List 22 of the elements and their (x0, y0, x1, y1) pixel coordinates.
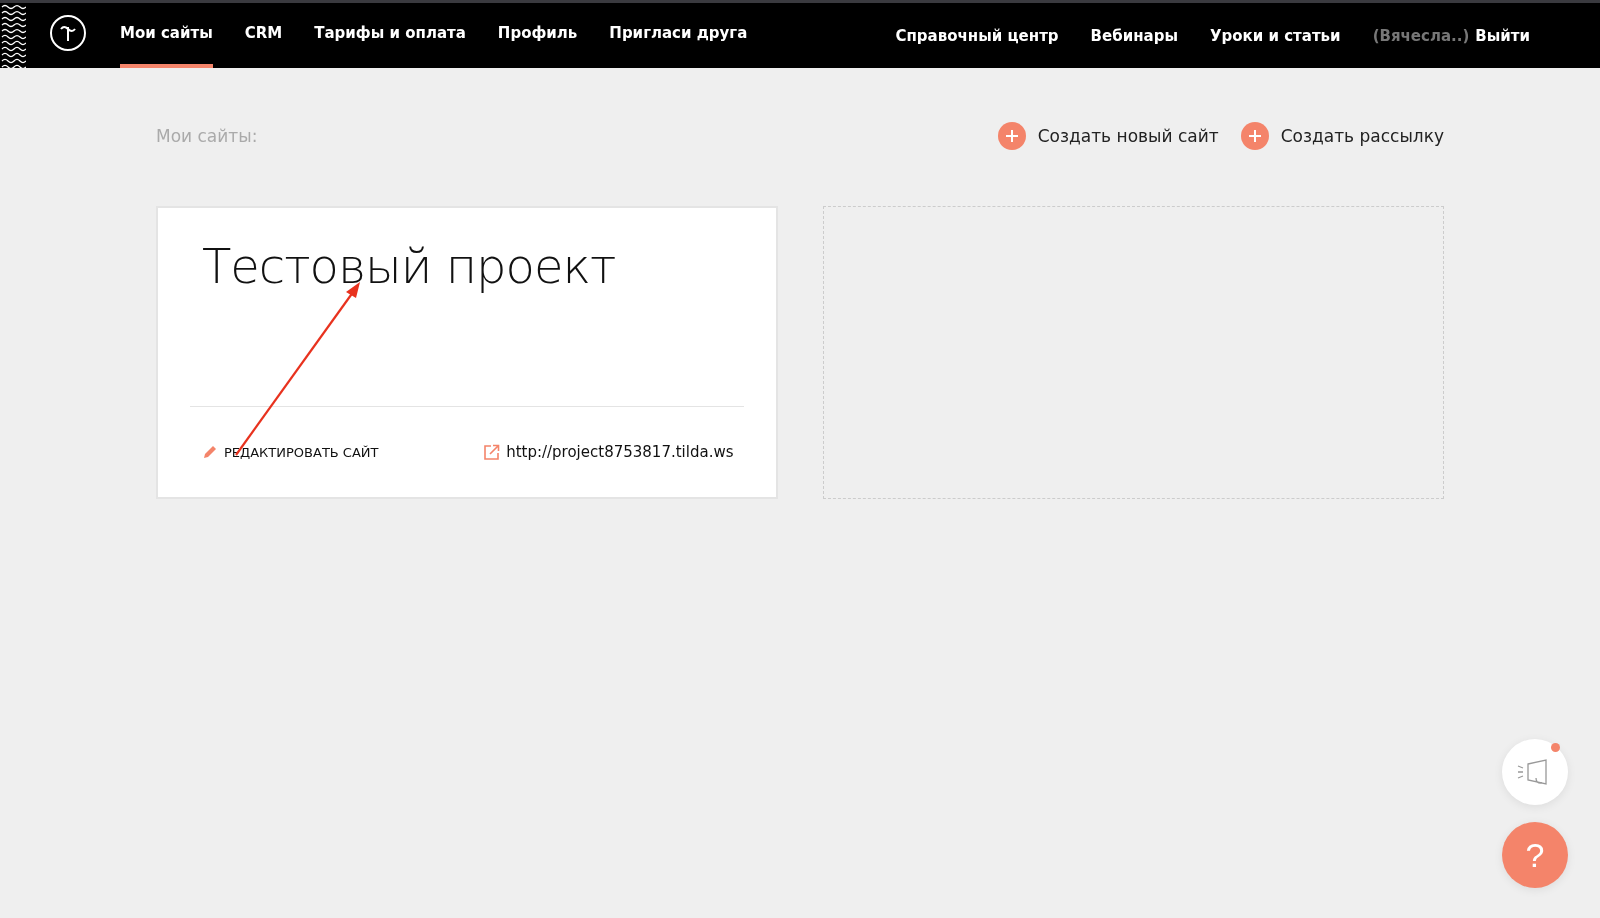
external-link-icon (483, 443, 501, 461)
pencil-icon (202, 444, 218, 460)
nav-link[interactable]: Уроки и статьи (1209, 26, 1341, 45)
site-url-link[interactable]: http://project8753817.tilda.ws (483, 443, 734, 461)
create-action[interactable]: Создать рассылку (1240, 122, 1444, 150)
create-action[interactable]: Создать новый сайт (997, 122, 1219, 150)
edit-site-link[interactable]: РЕДАКТИРОВАТЬ САЙТ (202, 444, 379, 460)
plus-icon (997, 122, 1026, 150)
nav-tab[interactable]: Пригласи друга (609, 3, 748, 68)
nav-link[interactable]: Справочный центр (895, 26, 1059, 45)
nav-tab[interactable]: Профиль (497, 3, 578, 68)
logout-link[interactable]: Выйти (1475, 27, 1530, 45)
wave-pattern-icon (0, 3, 26, 68)
nav-link[interactable]: Вебинары (1090, 26, 1178, 45)
nav-tab[interactable]: Мои сайты (120, 3, 213, 68)
site-title: Тестовый проект (201, 238, 617, 294)
nav-tab[interactable]: CRM (244, 3, 283, 68)
nav-tab[interactable]: Тарифы и оплата (314, 3, 466, 68)
page-title: Мои сайты: (156, 126, 258, 146)
logo-icon[interactable] (50, 15, 86, 51)
user-name: (Вячесла..) (1372, 27, 1470, 45)
plus-icon (1240, 122, 1269, 150)
